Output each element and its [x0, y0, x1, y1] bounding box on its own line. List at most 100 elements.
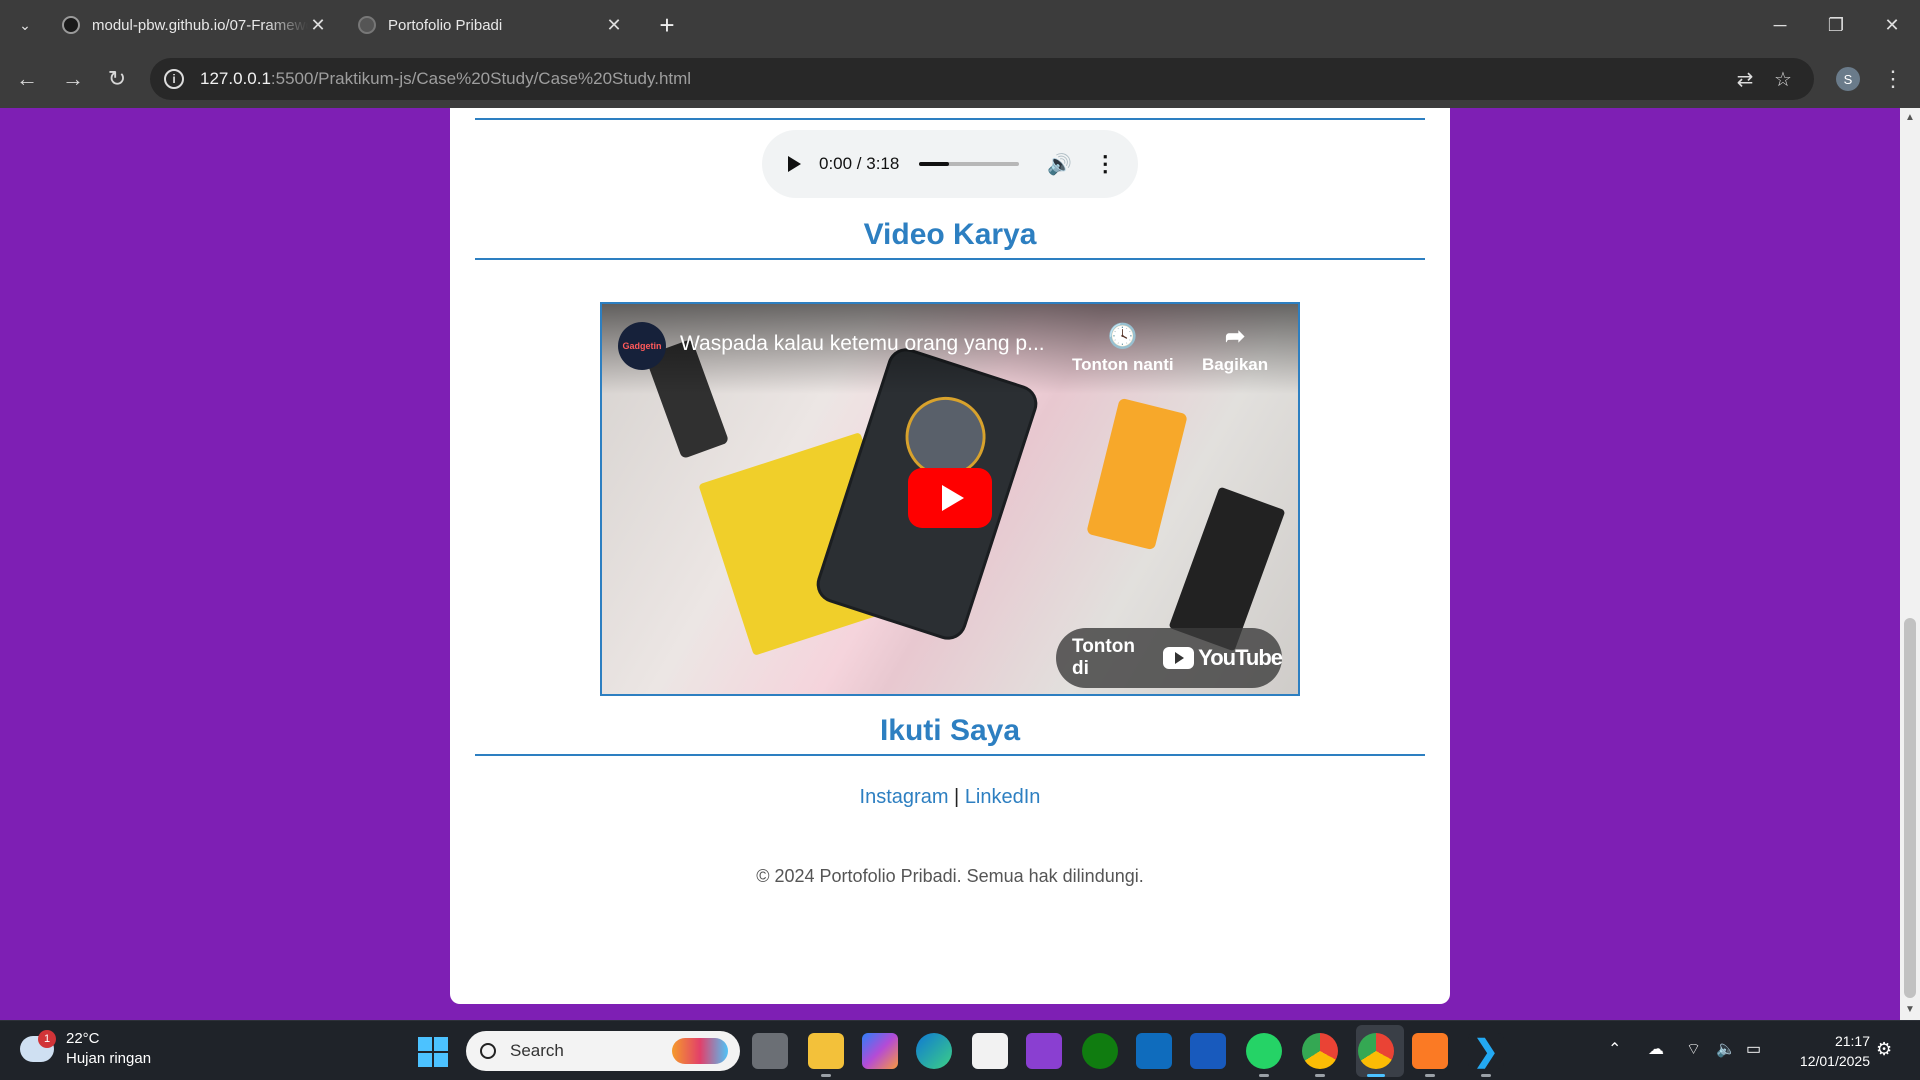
notification-center-icon[interactable]: ⚙ [1876, 1039, 1892, 1060]
video-title[interactable]: Waspada kalau ketemu orang yang p... [680, 332, 1045, 356]
url-path: :5500/Praktikum-js/Case%20Study/Case%20S… [270, 69, 692, 88]
more-options-icon[interactable]: ⋮ [1094, 151, 1116, 177]
site-info-icon[interactable]: i [164, 69, 184, 89]
section-divider [475, 118, 1425, 120]
channel-avatar[interactable]: Gadgetin [618, 322, 666, 370]
close-tab-icon[interactable]: ✕ [604, 15, 624, 36]
scroll-down-arrow-icon[interactable]: ▼ [1904, 1004, 1916, 1016]
battery-icon[interactable]: ▭ [1746, 1039, 1761, 1059]
minimize-button[interactable]: ─ [1752, 0, 1808, 50]
instagram-link[interactable]: Instagram [860, 786, 949, 808]
scrollbar-thumb[interactable] [1904, 618, 1916, 998]
weather-widget[interactable]: 1 22°C Hujan ringan [20, 1029, 151, 1069]
watch-later-button[interactable]: 🕓 Tonton nanti [1072, 322, 1174, 375]
search-placeholder: Search [510, 1041, 564, 1060]
speaker-icon[interactable]: 🔈 [1716, 1039, 1736, 1059]
close-tab-icon[interactable]: ✕ [308, 15, 328, 36]
tab-title: Portofolio Pribadi [388, 16, 503, 34]
clock-date: 12/01/2025 [1799, 1053, 1870, 1069]
watch-later-label: Tonton nanti [1072, 355, 1174, 374]
video-section-title: Video Karya [863, 218, 1037, 251]
share-icon: ➦ [1225, 323, 1246, 350]
wifi-icon[interactable]: ⌔ [1686, 1039, 1701, 1059]
reload-button[interactable]: ↻ [100, 62, 134, 96]
back-button[interactable]: ← [10, 62, 44, 96]
watch-on-label: Tonton di [1072, 636, 1135, 679]
browser-menu-icon[interactable]: ⋮ [1880, 64, 1906, 94]
url-host: 127.0.0.1 [200, 69, 271, 88]
restore-button[interactable]: ❐ [1808, 0, 1864, 50]
clock-icon: 🕓 [1107, 323, 1138, 350]
tab-search-dropdown-icon[interactable]: ⌄ [12, 12, 38, 38]
clipchamp-icon[interactable] [1026, 1033, 1062, 1069]
audio-player[interactable]: 0:00 / 3:18 🔊 ⋮ [762, 130, 1138, 198]
weather-text: 22°C Hujan ringan [66, 1029, 151, 1069]
scroll-up-arrow-icon[interactable]: ▲ [1904, 112, 1916, 124]
footer-copyright: © 2024 Portofolio Pribadi. Semua hak dil… [756, 866, 1144, 886]
windows-start-icon[interactable] [418, 1037, 448, 1067]
share-label: Bagikan [1202, 355, 1269, 374]
taskbar-search[interactable]: Search [466, 1031, 740, 1071]
windows-taskbar: 1 22°C Hujan ringan Search ❯ ⌃ ☁ ⌔ 🔈 ▭ 2… [0, 1020, 1920, 1080]
task-view-icon[interactable] [752, 1033, 788, 1069]
new-tab-button[interactable]: + [652, 10, 682, 40]
bookmark-star-icon[interactable]: ☆ [1772, 68, 1794, 91]
show-hidden-icons-chevron-icon[interactable]: ⌃ [1608, 1039, 1621, 1059]
linkedin-link[interactable]: LinkedIn [965, 786, 1041, 808]
watch-on-youtube-button[interactable]: Tonton di YouTube [1056, 628, 1283, 688]
chrome-icon[interactable] [1302, 1033, 1338, 1077]
volume-fill [919, 162, 950, 166]
forward-button[interactable]: → [56, 62, 90, 96]
translate-icon[interactable]: ⇄ [1734, 68, 1756, 91]
play-icon[interactable] [788, 156, 801, 172]
word-icon[interactable] [1190, 1033, 1226, 1069]
youtube-play-button[interactable] [908, 468, 992, 528]
xampp-icon[interactable] [1412, 1033, 1448, 1077]
globe-icon [358, 16, 376, 34]
taskbar-clock[interactable]: 21:17 12/01/2025 [1770, 1031, 1870, 1071]
section-divider [475, 754, 1425, 756]
search-highlight-icon [672, 1038, 728, 1064]
audio-time: 0:00 / 3:18 [819, 154, 900, 173]
link-separator: | [954, 786, 960, 808]
section-divider [475, 258, 1425, 260]
page-viewport: 0:00 / 3:18 🔊 ⋮ Video Karya Gadgetin Was… [0, 108, 1900, 1020]
url-text: 127.0.0.1:5500/Praktikum-js/Case%20Study… [200, 69, 691, 89]
chrome-profile-icon[interactable] [1358, 1033, 1394, 1077]
share-button[interactable]: ➦ Bagikan [1202, 322, 1268, 375]
microsoft-store-icon[interactable] [972, 1033, 1008, 1069]
phone-box-decoration [1168, 486, 1286, 652]
page-scrollbar[interactable]: ▲ ▼ [1900, 108, 1920, 1020]
copilot-icon[interactable] [862, 1033, 898, 1069]
onedrive-icon[interactable]: ☁ [1648, 1039, 1664, 1059]
xbox-icon[interactable] [1082, 1033, 1118, 1069]
youtube-logo-icon [1162, 647, 1195, 669]
search-icon [480, 1043, 496, 1059]
edge-icon[interactable] [916, 1033, 952, 1069]
browser-toolbar: ← → ↻ i 127.0.0.1:5500/Praktikum-js/Case… [0, 50, 1920, 108]
clock-time: 21:17 [1834, 1033, 1870, 1049]
address-bar[interactable]: i 127.0.0.1:5500/Praktikum-js/Case%20Stu… [150, 58, 1814, 100]
social-links: Instagram | LinkedIn [450, 786, 1450, 809]
youtube-wordmark: YouTube [1198, 645, 1283, 670]
weather-temp: 22°C [66, 1030, 100, 1047]
tab-modul-pbw[interactable]: modul-pbw.github.io/07-Framework ✕ [50, 8, 340, 42]
volume-icon[interactable]: 🔊 [1047, 152, 1072, 177]
tab-title: modul-pbw.github.io/07-Framework [92, 16, 308, 34]
play-icon [942, 485, 964, 511]
cloud-rain-icon: 1 [20, 1030, 56, 1062]
card-decoration [1086, 397, 1188, 551]
weather-desc: Hujan ringan [66, 1050, 152, 1067]
follow-section-title: Ikuti Saya [879, 714, 1021, 747]
content-card: 0:00 / 3:18 🔊 ⋮ Video Karya Gadgetin Was… [450, 108, 1450, 1004]
audio-volume-slider[interactable] [919, 162, 1020, 166]
file-explorer-icon[interactable] [808, 1033, 844, 1077]
outlook-icon[interactable] [1136, 1033, 1172, 1069]
profile-avatar[interactable]: S [1836, 67, 1860, 91]
whatsapp-icon[interactable] [1246, 1033, 1282, 1077]
vscode-icon[interactable]: ❯ [1468, 1033, 1504, 1077]
tab-portofolio[interactable]: Portofolio Pribadi ✕ [346, 8, 636, 42]
youtube-embed[interactable]: Gadgetin Waspada kalau ketemu orang yang… [600, 302, 1300, 696]
browser-tab-bar: ⌄ modul-pbw.github.io/07-Framework ✕ Por… [0, 0, 1920, 50]
close-window-button[interactable]: ✕ [1864, 0, 1920, 50]
